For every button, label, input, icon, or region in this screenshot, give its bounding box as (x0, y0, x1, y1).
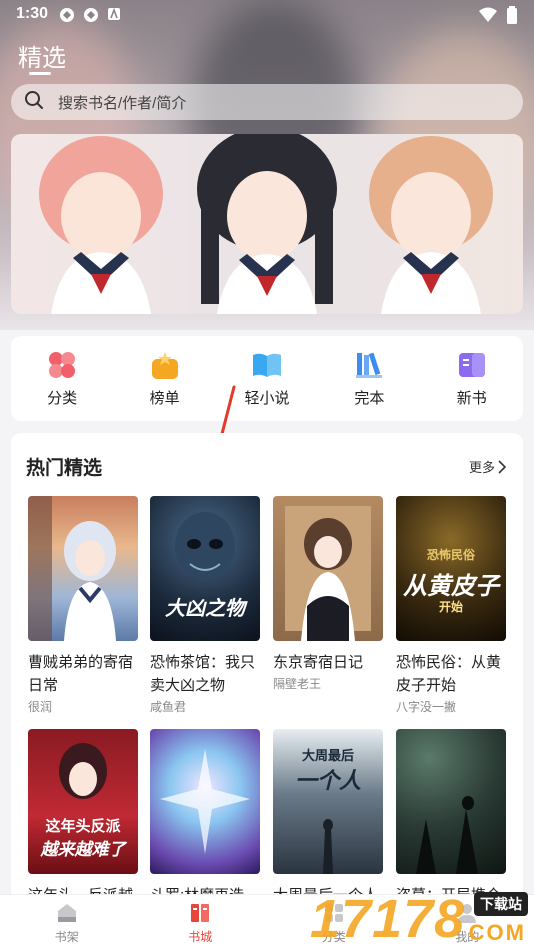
battery-icon (506, 6, 518, 29)
book-cover: 大凶之物 (150, 496, 260, 641)
search-input[interactable]: 搜索书名/作者/简介 (11, 84, 523, 120)
book-cover (150, 729, 260, 874)
watermark-logo: 17178 下载站 COM (304, 888, 530, 950)
book-card[interactable]: 曹贼弟弟的寄宿日常 很润 (28, 496, 138, 715)
new-books-icon (458, 353, 485, 377)
light-novel-icon (252, 353, 281, 377)
cover-subtitle: 恐怖民俗 (426, 548, 475, 562)
finished-books-icon (356, 352, 383, 378)
quick-nav: 分类 榜单 轻小说 完本 新书 (11, 336, 523, 421)
book-cover (396, 729, 506, 874)
watermark-domain: COM (468, 920, 526, 945)
quick-nav-label: 轻小说 (244, 390, 290, 407)
search-placeholder: 搜索书名/作者/简介 (58, 94, 187, 112)
bookstore-icon (191, 903, 210, 922)
watermark-number: 17178 (310, 889, 466, 949)
quick-nav-category[interactable]: 分类 (22, 349, 102, 408)
book-card[interactable]: 盗墓：开局携仓 (396, 729, 506, 903)
book-author: 咸鱼君 (150, 700, 187, 714)
quick-nav-label: 新书 (456, 390, 487, 407)
book-cover (28, 496, 138, 641)
banner-illustration (39, 134, 493, 314)
cover-title: 从黄皮子 (403, 573, 499, 600)
category-icon (49, 352, 76, 378)
watermark-badge: 下载站 (474, 892, 528, 916)
ranking-icon (151, 352, 178, 379)
nav-bookshelf[interactable]: 书架 (27, 901, 107, 945)
book-card[interactable]: 恐怖民俗 从黄皮子 开始 恐怖民俗：从黄皮子开始 八字没一撇 (396, 496, 506, 715)
nav-bookstore[interactable]: 书城 (160, 901, 240, 945)
chevron-right-icon (498, 459, 507, 474)
wifi-icon (478, 7, 498, 28)
cover-subtitle: 这年头反派 (45, 818, 121, 835)
book-card[interactable]: 东京寄宿日记 隔壁老王 (273, 496, 383, 692)
book-card[interactable]: 这年头反派 越来越难了 这年头，反派越 (28, 729, 138, 903)
section-title: 热门精选 (26, 458, 103, 479)
book-card[interactable]: 大周最后 一个人 大周最后一个人 (273, 729, 383, 903)
status-system-icons (478, 6, 518, 29)
more-label: 更多 (468, 460, 495, 475)
bookshelf-icon (57, 903, 76, 922)
status-bar: 1:30 (0, 0, 534, 30)
book-cover: 这年头反派 越来越难了 (28, 729, 138, 874)
quick-nav-finished[interactable]: 完本 (329, 349, 409, 408)
quick-nav-label: 分类 (47, 390, 78, 407)
quick-nav-ranking[interactable]: 榜单 (125, 349, 205, 408)
cover-title: 大凶之物 (165, 598, 245, 620)
title-indicator (29, 72, 51, 75)
book-author: 八字没一撇 (396, 700, 457, 714)
nav-label: 书架 (54, 929, 79, 944)
cover-subtitle: 开始 (438, 600, 463, 614)
status-time: 1:30 (16, 5, 49, 22)
book-title: 东京寄宿日记 (273, 654, 364, 671)
book-cover: 恐怖民俗 从黄皮子 开始 (396, 496, 506, 641)
book-author: 隔壁老王 (273, 677, 322, 691)
search-icon (24, 90, 44, 115)
book-title: 恐怖民俗：从黄皮子开始 (396, 654, 502, 694)
book-cover: 大周最后 一个人 (273, 729, 383, 874)
quick-nav-label: 完本 (354, 390, 385, 407)
book-title: 恐怖茶馆：我只卖大凶之物 (150, 654, 256, 694)
book-card[interactable]: 大凶之物 恐怖茶馆：我只卖大凶之物 咸鱼君 (150, 496, 260, 715)
book-author: 很润 (28, 700, 53, 714)
notification-icon (58, 6, 76, 24)
notification-icon (106, 6, 124, 24)
notification-icon (82, 6, 100, 24)
featured-banner[interactable] (11, 134, 523, 314)
quick-nav-label: 榜单 (149, 390, 180, 407)
book-title: 曹贼弟弟的寄宿日常 (28, 654, 134, 694)
book-cover (273, 496, 383, 641)
cover-title: 越来越难了 (40, 840, 126, 859)
nav-label: 书城 (188, 929, 213, 944)
page-title[interactable]: 精选 (18, 38, 66, 73)
hot-picks-section: 热门精选 更多 曹贼弟弟的寄宿日常 很润 大凶之物 恐怖茶馆：我只卖大凶之物 咸… (11, 433, 523, 903)
status-notification-icons (58, 6, 124, 24)
book-card[interactable]: 斗罗:林魔再造 (150, 729, 260, 903)
quick-nav-new-books[interactable]: 新书 (432, 349, 512, 408)
more-link[interactable]: 更多 (469, 457, 507, 476)
